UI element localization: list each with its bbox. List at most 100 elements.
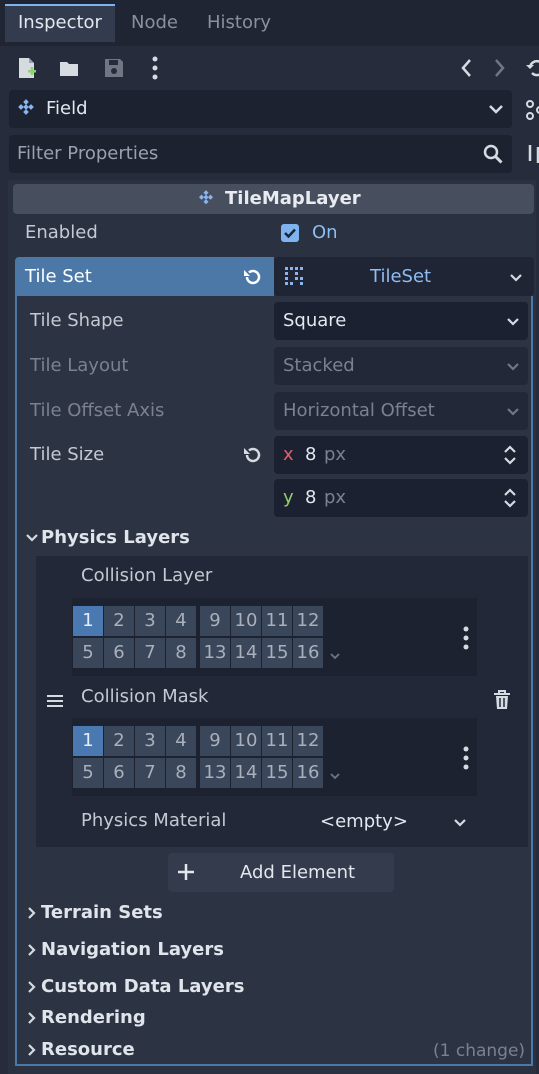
more-vertical-icon[interactable] bbox=[456, 624, 476, 652]
sort-icon[interactable] bbox=[524, 142, 539, 166]
tile-offset-axis-select: Horizontal Offset bbox=[274, 392, 528, 430]
expand-layers-icon[interactable] bbox=[328, 768, 342, 782]
add-element-label: Add Element bbox=[240, 862, 356, 883]
save-icon[interactable] bbox=[102, 56, 126, 80]
node-tree-icon[interactable] bbox=[522, 98, 539, 122]
layer-bit-cell[interactable]: 9 bbox=[200, 726, 230, 756]
layer-bit-cell[interactable]: 4 bbox=[166, 606, 196, 636]
chevron-right-icon[interactable] bbox=[490, 56, 508, 80]
resource-change-note: (1 change) bbox=[433, 1041, 526, 1061]
chevron-right-icon[interactable] bbox=[25, 979, 39, 995]
revert-icon[interactable] bbox=[241, 444, 263, 466]
section-header[interactable]: Navigation Layers bbox=[41, 936, 224, 964]
section-header[interactable]: Terrain Sets bbox=[41, 899, 163, 927]
open-icon[interactable] bbox=[58, 56, 82, 80]
tile-offset-axis-value: Horizontal Offset bbox=[283, 400, 435, 421]
collision-mask-label: Collision Mask bbox=[81, 686, 209, 707]
layer-bit-cell[interactable]: 14 bbox=[231, 638, 261, 668]
search-icon bbox=[482, 143, 504, 165]
tilemap-layer-icon bbox=[197, 190, 215, 208]
tab-inspector[interactable]: Inspector bbox=[5, 4, 115, 42]
layer-bit-cell[interactable]: 16 bbox=[293, 758, 323, 788]
layer-bit-cell[interactable]: 6 bbox=[104, 758, 134, 788]
x-axis-label: x bbox=[283, 444, 294, 465]
layer-bit-cell[interactable]: 11 bbox=[262, 606, 292, 636]
layer-bit-cell[interactable]: 13 bbox=[200, 758, 230, 788]
layer-bit-cell[interactable]: 8 bbox=[166, 758, 196, 788]
layer-bit-cell[interactable]: 9 bbox=[200, 606, 230, 636]
layer-bit-cell[interactable]: 11 bbox=[262, 726, 292, 756]
layer-bit-cell[interactable]: 10 bbox=[231, 726, 261, 756]
collision-layer-grid[interactable]: 1 2 3 4 9 10 11 12 5 6 7 8 13 14 15 16 bbox=[72, 598, 477, 676]
expand-layers-icon[interactable] bbox=[328, 648, 342, 662]
collision-layer-label: Collision Layer bbox=[81, 565, 213, 586]
plus-icon bbox=[176, 862, 196, 882]
more-vertical-icon[interactable] bbox=[456, 744, 476, 772]
layer-bit-cell[interactable]: 4 bbox=[166, 726, 196, 756]
layer-bit-cell[interactable]: 8 bbox=[166, 638, 196, 668]
section-header[interactable]: Resource bbox=[41, 1036, 135, 1064]
layer-bit-cell[interactable]: 6 bbox=[104, 638, 134, 668]
layer-bit-cell[interactable]: 3 bbox=[135, 606, 165, 636]
chevron-down-icon bbox=[504, 312, 522, 330]
physics-material-value: <empty> bbox=[320, 811, 408, 832]
tileset-value: TileSet bbox=[370, 266, 432, 287]
add-element-button[interactable]: Add Element bbox=[168, 853, 394, 892]
tab-node[interactable]: Node bbox=[131, 6, 178, 40]
layer-bit-cell[interactable]: 5 bbox=[73, 758, 103, 788]
tile-shape-value: Square bbox=[283, 310, 347, 331]
layer-bit-cell[interactable]: 1 bbox=[73, 726, 103, 756]
more-vertical-icon[interactable] bbox=[145, 54, 165, 82]
chevron-down-icon bbox=[504, 357, 522, 375]
class-header-title: TileMapLayer bbox=[225, 188, 361, 209]
enabled-label: Enabled bbox=[25, 222, 98, 243]
layer-bit-cell[interactable]: 10 bbox=[231, 606, 261, 636]
collision-mask-grid[interactable]: 1 2 3 4 9 10 11 12 5 6 7 8 13 14 15 16 bbox=[72, 718, 477, 796]
trash-icon[interactable] bbox=[491, 689, 513, 711]
enabled-checkbox[interactable] bbox=[281, 224, 299, 242]
physics-material-picker[interactable]: <empty> bbox=[273, 803, 475, 841]
section-header[interactable]: Custom Data Layers bbox=[41, 973, 244, 1001]
physics-material-label: Physics Material bbox=[81, 810, 227, 831]
layer-bit-cell[interactable]: 2 bbox=[104, 606, 134, 636]
tab-history[interactable]: History bbox=[207, 6, 271, 40]
chevron-right-icon[interactable] bbox=[25, 942, 39, 958]
tile-size-y-input[interactable]: y 8 px bbox=[274, 479, 528, 517]
layer-bit-cell[interactable]: 16 bbox=[293, 638, 323, 668]
layer-bit-cell[interactable]: 2 bbox=[104, 726, 134, 756]
layer-bit-cell[interactable]: 12 bbox=[293, 606, 323, 636]
chevron-down-icon[interactable] bbox=[24, 530, 40, 546]
y-axis-label: y bbox=[283, 487, 294, 508]
revert-icon[interactable] bbox=[241, 266, 263, 288]
tile-shape-label: Tile Shape bbox=[30, 310, 124, 331]
chevron-left-icon[interactable] bbox=[458, 56, 476, 80]
chevron-right-icon[interactable] bbox=[25, 905, 39, 921]
chevron-right-icon[interactable] bbox=[25, 1042, 39, 1058]
layer-bit-cell[interactable]: 14 bbox=[231, 758, 261, 788]
spin-arrows-icon[interactable] bbox=[502, 444, 518, 466]
tile-size-x-value: 8 bbox=[305, 444, 317, 465]
drag-handle-icon[interactable] bbox=[45, 692, 65, 710]
layer-bit-cell[interactable]: 12 bbox=[293, 726, 323, 756]
enabled-value: On bbox=[312, 222, 338, 243]
tile-size-x-input[interactable]: x 8 px bbox=[274, 436, 528, 474]
history-icon[interactable] bbox=[524, 56, 539, 80]
layer-bit-cell[interactable]: 3 bbox=[135, 726, 165, 756]
spin-arrows-icon[interactable] bbox=[502, 487, 518, 509]
physics-layers-header[interactable]: Physics Layers bbox=[41, 524, 190, 552]
layer-bit-cell[interactable]: 15 bbox=[262, 638, 292, 668]
layer-bit-cell[interactable]: 7 bbox=[135, 758, 165, 788]
layer-bit-cell[interactable]: 1 bbox=[73, 606, 103, 636]
layer-bit-cell[interactable]: 5 bbox=[73, 638, 103, 668]
tile-shape-select[interactable]: Square bbox=[274, 302, 528, 340]
new-resource-icon[interactable] bbox=[16, 56, 38, 80]
layer-bit-cell[interactable]: 13 bbox=[200, 638, 230, 668]
layer-bit-cell[interactable]: 15 bbox=[262, 758, 292, 788]
tile-size-label: Tile Size bbox=[30, 444, 105, 465]
tile-size-y-value: 8 bbox=[305, 487, 317, 508]
layer-bit-cell[interactable]: 7 bbox=[135, 638, 165, 668]
section-header[interactable]: Rendering bbox=[41, 1004, 146, 1032]
chevron-right-icon[interactable] bbox=[25, 1010, 39, 1026]
tile-size-y-unit: px bbox=[324, 487, 347, 508]
chevron-down-icon[interactable] bbox=[507, 268, 525, 286]
